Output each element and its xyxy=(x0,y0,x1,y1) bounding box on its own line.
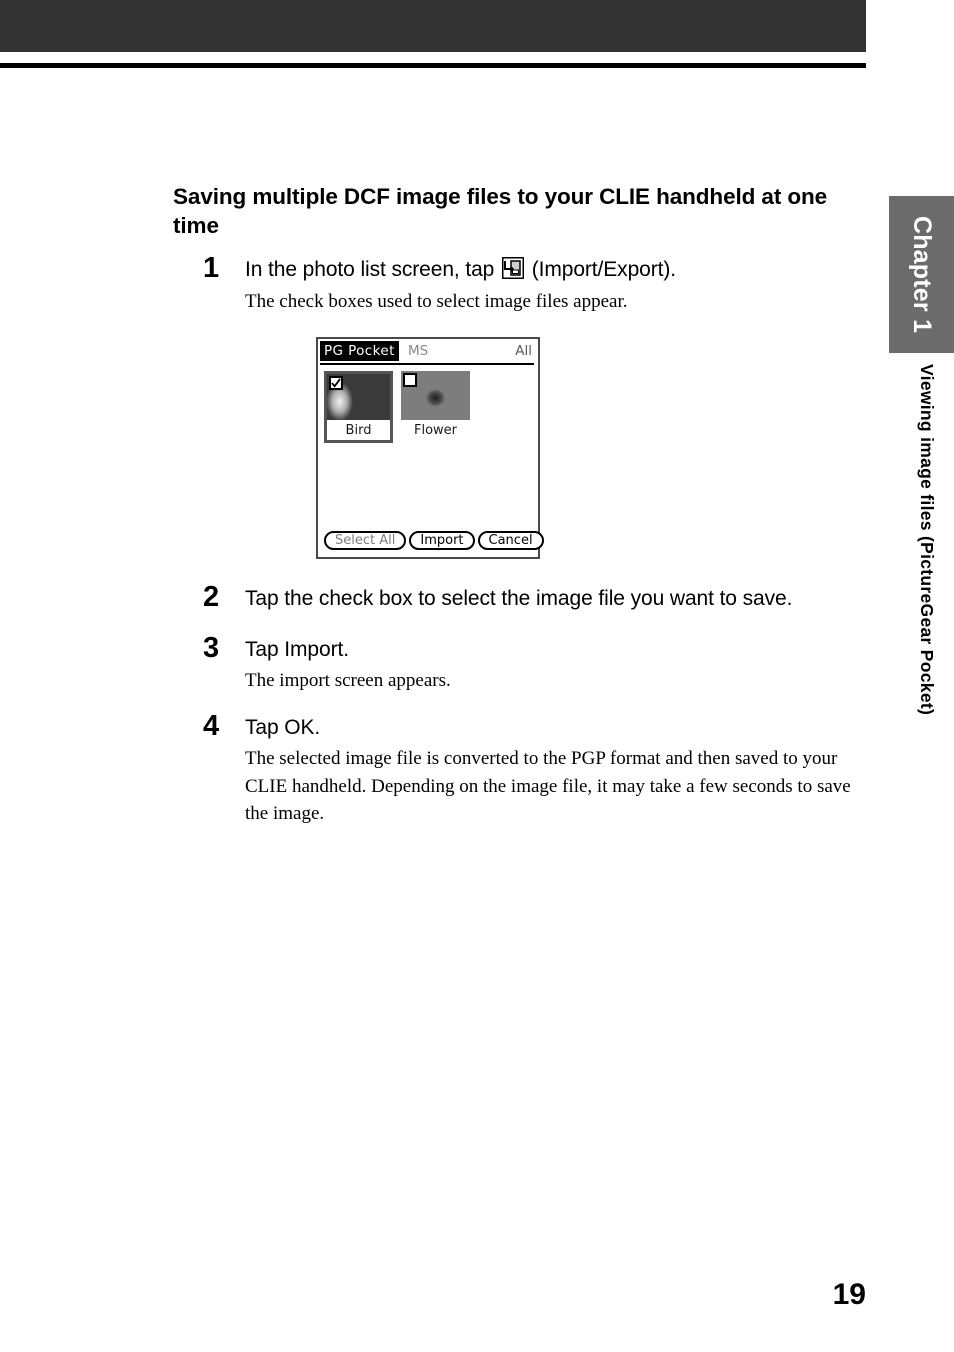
step-4-number: 4 xyxy=(203,709,220,742)
step-3-title: Tap Import. xyxy=(245,637,349,661)
running-head: Viewing image files (PictureGear Pocket) xyxy=(889,364,954,864)
step-1-title-part-b: (Import/Export). xyxy=(526,258,676,281)
page-number: 19 xyxy=(832,1278,866,1311)
page-content: Saving multiple DCF image files to your … xyxy=(173,182,868,832)
step-4-title: Tap OK. xyxy=(245,715,321,739)
thumbnail-label-bird: Bird xyxy=(327,420,390,440)
check-icon xyxy=(331,377,341,388)
thumbnail-image-flower xyxy=(401,371,470,420)
chapter-tab: Chapter 1 xyxy=(889,196,954,353)
thumbnail-image-bird xyxy=(327,374,390,420)
pda-thumbnail-grid: Bird Flower xyxy=(324,371,470,443)
pda-button-row: Select All Import Cancel xyxy=(324,531,544,550)
pda-source-label[interactable]: MS xyxy=(408,342,428,361)
page-header-rule xyxy=(0,63,866,68)
thumbnail-item-flower[interactable]: Flower xyxy=(401,371,470,443)
cancel-button[interactable]: Cancel xyxy=(477,531,544,550)
page-title: Saving multiple DCF image files to your … xyxy=(173,184,828,238)
page-header-bar xyxy=(0,0,866,52)
step-2-number: 2 xyxy=(203,581,220,613)
running-head-label: Viewing image files (PictureGear Pocket) xyxy=(917,364,937,716)
step-1-body: The check boxes used to select image fil… xyxy=(245,290,628,312)
step-4: 4 Tap OK. The selected image file is con… xyxy=(173,710,868,828)
step-2-title: Tap the check box to select the image fi… xyxy=(245,587,793,610)
thumbnail-item-bird[interactable]: Bird xyxy=(324,371,393,443)
step-3-body: The import screen appears. xyxy=(245,670,451,691)
pda-title-bar: PG Pocket MS All xyxy=(320,341,534,365)
step-1: 1 In the photo list screen, tap (Import/… xyxy=(173,252,868,559)
pda-screen: PG Pocket MS All Bird Flower Select All … xyxy=(316,337,544,559)
select-all-button[interactable]: Select All xyxy=(324,531,407,550)
checkbox-bird[interactable] xyxy=(329,376,343,390)
thumbnail-label-flower: Flower xyxy=(413,423,458,438)
step-3: 3 Tap Import. The import screen appears. xyxy=(173,632,868,695)
pda-app-tab[interactable]: PG Pocket xyxy=(320,341,399,361)
step-1-title-part-a: In the photo list screen, tap xyxy=(245,258,500,281)
step-1-number: 1 xyxy=(203,252,220,284)
chapter-tab-label: Chapter 1 xyxy=(908,215,936,334)
step-2: 2 Tap the check box to select the image … xyxy=(173,581,868,614)
pda-screenshot-figure: PG Pocket MS All Bird Flower Select All … xyxy=(316,337,868,559)
step-1-title: In the photo list screen, tap (Import/Ex… xyxy=(245,256,868,285)
step-4-body: The selected image file is converted to … xyxy=(245,748,851,824)
pda-filter-label[interactable]: All xyxy=(515,342,532,361)
import-export-icon xyxy=(501,256,525,280)
import-button[interactable]: Import xyxy=(409,531,475,550)
checkbox-flower[interactable] xyxy=(403,373,417,387)
step-3-number: 3 xyxy=(203,631,220,664)
